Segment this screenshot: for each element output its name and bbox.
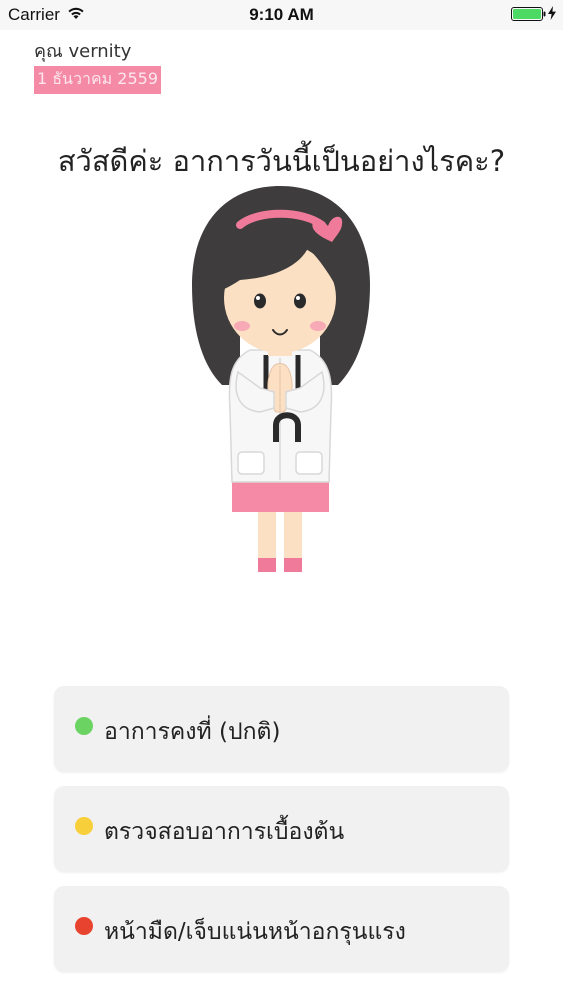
status-time: 9:10 AM — [249, 5, 314, 24]
option-label: อาการคงที่ (ปกติ) — [104, 719, 281, 745]
greeting-title: สวัสดีค่ะ อาการวันนี้เป็นอย่างไรคะ? — [57, 144, 506, 178]
date-badge: 1 ธันวาคม 2559 — [34, 66, 161, 94]
nurse-character-illustration — [192, 186, 370, 572]
option-label: หน้ามืด/เจ็บแน่นหน้าอกรุนแรง — [104, 919, 406, 945]
charging-icon — [548, 6, 556, 20]
battery-icon — [511, 7, 546, 21]
red-dot-icon — [75, 917, 93, 935]
green-dot-icon — [75, 717, 93, 735]
user-name: คุณ vernity — [34, 41, 132, 62]
status-bar: Carrier 9:10 AM — [0, 0, 563, 30]
option-severe-button[interactable]: หน้ามืด/เจ็บแน่นหน้าอกรุนแรง — [54, 886, 509, 972]
yellow-dot-icon — [75, 817, 93, 835]
option-label: ตรวจสอบอาการเบื้องต้น — [104, 819, 345, 845]
option-stable-button[interactable]: อาการคงที่ (ปกติ) — [54, 686, 509, 772]
option-initial-check-button[interactable]: ตรวจสอบอาการเบื้องต้น — [54, 786, 509, 872]
